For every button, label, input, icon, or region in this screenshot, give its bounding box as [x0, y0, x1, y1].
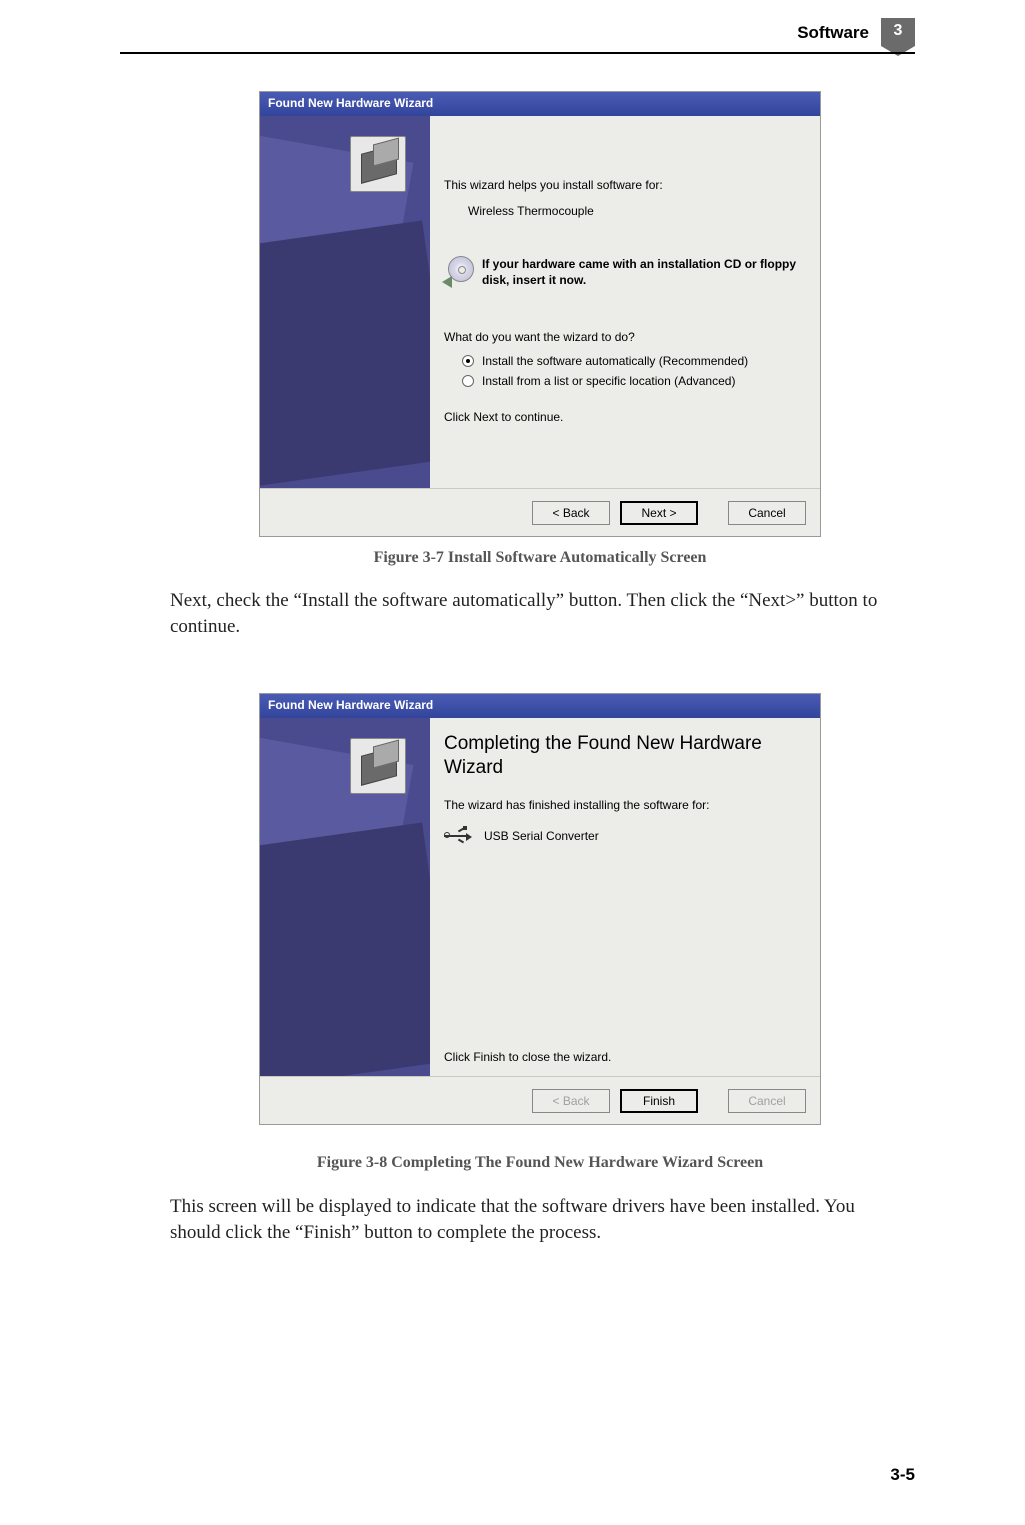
- cd-icon: [444, 256, 478, 286]
- paragraph-after-fig-3-8: This screen will be displayed to indicat…: [170, 1194, 890, 1245]
- paragraph-after-fig-3-7: Next, check the “Install the software au…: [170, 588, 890, 639]
- device-icon: [350, 738, 406, 794]
- next-button[interactable]: Next >: [620, 501, 698, 525]
- radio-install-auto-label: Install the software automatically (Reco…: [482, 354, 748, 368]
- wizard1-content: This wizard helps you install software f…: [430, 116, 820, 488]
- wizard1-device-name: Wireless Thermocouple: [468, 204, 806, 218]
- radio-dot-icon: [462, 375, 474, 387]
- wizard1-sidebar: [260, 116, 430, 488]
- page-number: 3-5: [890, 1465, 915, 1485]
- wizard1-intro: This wizard helps you install software f…: [444, 178, 806, 192]
- wizard1-titlebar: Found New Hardware Wizard: [260, 92, 820, 116]
- finish-button[interactable]: Finish: [620, 1089, 698, 1113]
- wizard2-device-name: USB Serial Converter: [484, 829, 599, 843]
- chapter-tab: 3: [881, 18, 915, 48]
- radio-install-list[interactable]: Install from a list or specific location…: [462, 374, 806, 388]
- wizard2-click-finish: Click Finish to close the wizard.: [444, 1050, 611, 1064]
- page-header: Software 3: [797, 18, 915, 48]
- wizard2-titlebar: Found New Hardware Wizard: [260, 694, 820, 718]
- wizard2-subtext: The wizard has finished installing the s…: [444, 798, 806, 812]
- header-divider: [120, 52, 915, 54]
- back-button[interactable]: < Back: [532, 501, 610, 525]
- wizard1-click-next: Click Next to continue.: [444, 410, 806, 424]
- cancel-button: Cancel: [728, 1089, 806, 1113]
- radio-install-auto[interactable]: Install the software automatically (Reco…: [462, 354, 806, 368]
- figure-3-7-caption: Figure 3-7 Install Software Automaticall…: [259, 549, 821, 567]
- wizard1-question: What do you want the wizard to do?: [444, 330, 806, 344]
- cancel-button[interactable]: Cancel: [728, 501, 806, 525]
- chapter-number: 3: [881, 22, 915, 40]
- wizard2-heading: Completing the Found New Hardware Wizard: [444, 732, 806, 780]
- wizard1-footer: < Back Next > Cancel: [260, 488, 820, 536]
- wizard2-sidebar: [260, 718, 430, 1076]
- back-button: < Back: [532, 1089, 610, 1113]
- device-icon: [350, 136, 406, 192]
- header-label: Software: [797, 23, 869, 43]
- figure-3-8-caption: Figure 3-8 Completing The Found New Hard…: [259, 1154, 821, 1172]
- wizard-completing: Found New Hardware Wizard Completing the…: [259, 693, 821, 1125]
- usb-icon: [444, 826, 474, 846]
- radio-dot-icon: [462, 355, 474, 367]
- wizard2-footer: < Back Finish Cancel: [260, 1076, 820, 1124]
- wizard-install-auto: Found New Hardware Wizard This wizard he…: [259, 91, 821, 537]
- radio-install-list-label: Install from a list or specific location…: [482, 374, 735, 388]
- cd-hint-text: If your hardware came with an installati…: [482, 256, 806, 288]
- wizard2-content: Completing the Found New Hardware Wizard…: [430, 718, 820, 1076]
